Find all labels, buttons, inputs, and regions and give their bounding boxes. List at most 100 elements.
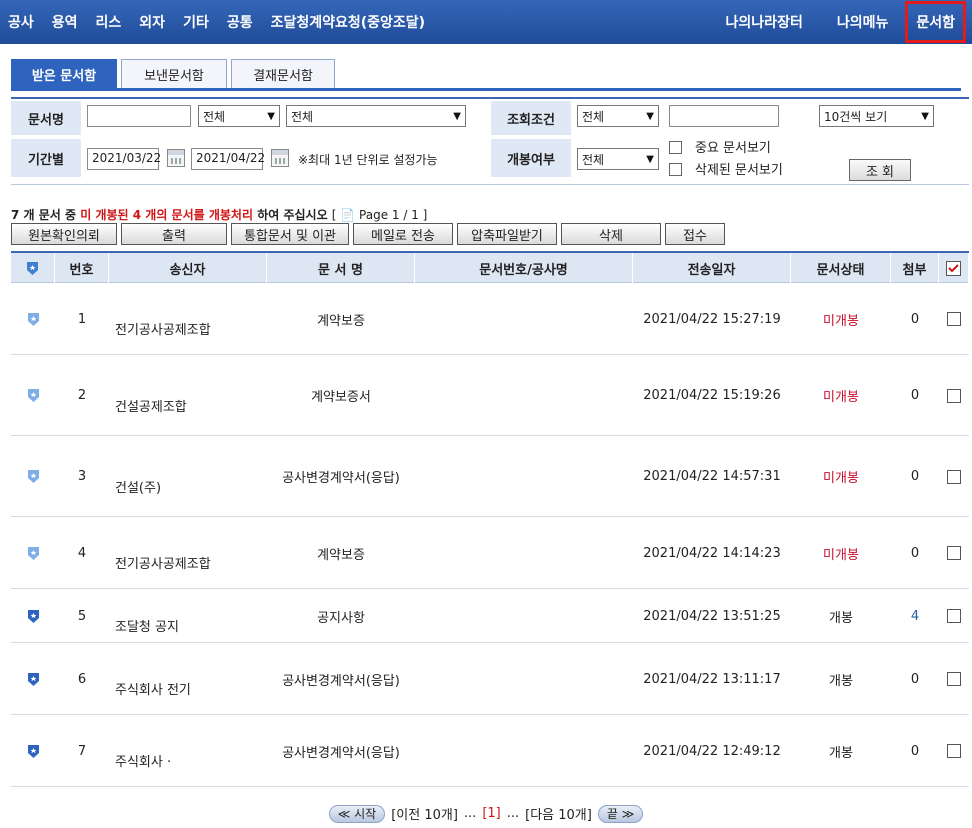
shield-icon[interactable] bbox=[27, 469, 40, 484]
row-checkbox[interactable] bbox=[947, 609, 961, 623]
row-status: 미개봉 bbox=[823, 471, 859, 486]
page-last-button[interactable]: 끝 ≫ bbox=[597, 804, 644, 823]
row-sender[interactable]: 전기공사공제조합 bbox=[115, 319, 211, 338]
nav-common[interactable]: 공통 bbox=[218, 12, 262, 32]
row-checkbox-cell bbox=[939, 283, 969, 355]
nav-etc[interactable]: 기타 bbox=[174, 12, 218, 32]
deleted-doc-checkbox[interactable] bbox=[669, 163, 682, 176]
tab-underline bbox=[11, 88, 961, 91]
important-toggle[interactable] bbox=[11, 589, 55, 643]
shield-icon[interactable] bbox=[27, 672, 40, 687]
table-row[interactable]: 7 주식회사 · 공사변경계약서(응답) 2021/04/22 12:49:12 개봉 0 bbox=[11, 715, 969, 787]
page-next-10[interactable]: [다음 10개] bbox=[525, 804, 592, 823]
important-doc-label: 중요 문서보기 bbox=[695, 141, 771, 156]
row-checkbox[interactable] bbox=[947, 388, 961, 403]
shield-icon[interactable] bbox=[27, 609, 40, 624]
doc-name-label: 문서명 bbox=[11, 101, 81, 135]
row-sender[interactable]: 건설공제조합 bbox=[115, 396, 187, 415]
shield-icon[interactable] bbox=[27, 744, 40, 759]
row-doc-name[interactable]: 공사변경계약서(응답) bbox=[267, 715, 415, 787]
doc-type-select[interactable]: 전체 ▼ bbox=[198, 105, 280, 127]
document-tabs: 받은 문서함 보낸문서함 결재문서함 bbox=[11, 59, 335, 88]
select-all-checkbox[interactable] bbox=[946, 260, 961, 276]
row-checkbox[interactable] bbox=[947, 312, 961, 326]
row-doc-name[interactable]: 계약보증 bbox=[267, 517, 415, 589]
date-to-input[interactable]: 2021/04/22 bbox=[191, 148, 265, 170]
row-sent-date: 2021/04/22 15:19:26 bbox=[643, 388, 781, 403]
nav-document-box[interactable]: 문서함 bbox=[905, 1, 966, 43]
nav-lease[interactable]: 리스 bbox=[87, 12, 131, 32]
row-doc-name[interactable]: 계약보증 bbox=[267, 283, 415, 355]
important-toggle[interactable] bbox=[11, 436, 55, 517]
search-panel: 문서명 전체 ▼ 전체 ▼ 조회조건 전체 ▼ 10건씩 보기 ▼ 기간별 2021/0… bbox=[11, 97, 969, 185]
row-doc-name[interactable]: 계약보증서 bbox=[267, 355, 415, 436]
row-checkbox[interactable] bbox=[947, 546, 961, 560]
row-sender[interactable]: 주식회사 전기 bbox=[115, 679, 191, 698]
row-status: 미개봉 bbox=[823, 547, 859, 563]
page-first-button[interactable]: ≪ 시작 bbox=[328, 804, 386, 823]
tab-sent[interactable]: 보낸문서함 bbox=[121, 59, 227, 88]
row-sender[interactable]: 주식회사 · bbox=[115, 751, 171, 770]
delete-button[interactable]: 삭제 bbox=[561, 223, 661, 245]
page-size-select[interactable]: 10건씩 보기 ▼ bbox=[819, 105, 934, 127]
calendar-icon[interactable] bbox=[271, 149, 289, 167]
row-checkbox[interactable] bbox=[947, 469, 961, 484]
row-number: 4 bbox=[77, 545, 87, 561]
nav-my-naramarket[interactable]: 나의나라장터 bbox=[709, 12, 820, 32]
table-row[interactable]: 6 주식회사 전기 공사변경계약서(응답) 2021/04/22 13:11:17 개봉… bbox=[11, 643, 969, 715]
mail-send-button[interactable]: 메일로 전송 bbox=[353, 223, 453, 245]
important-toggle[interactable] bbox=[11, 517, 55, 589]
pagination: ≪ 시작 [이전 10개] ... [1] ... [다음 10개] 끝 ≫ bbox=[0, 804, 972, 823]
search-button[interactable]: 조 회 bbox=[849, 159, 911, 181]
receive-button[interactable]: 접수 bbox=[665, 223, 725, 245]
important-toggle[interactable] bbox=[11, 355, 55, 436]
doc-name-input[interactable] bbox=[87, 105, 191, 127]
row-attachment-count: 0 bbox=[910, 671, 920, 687]
page-prev-10[interactable]: [이전 10개] bbox=[391, 804, 458, 823]
page-current[interactable]: [1] bbox=[482, 806, 500, 821]
row-status: 개봉 bbox=[829, 673, 853, 689]
header-select-all bbox=[939, 253, 969, 283]
query-input[interactable] bbox=[669, 105, 779, 127]
row-checkbox-cell bbox=[939, 436, 969, 517]
important-toggle[interactable] bbox=[11, 643, 55, 715]
table-row[interactable]: 4 전기공사공제조합 계약보증 2021/04/22 14:14:23 미개봉 0 bbox=[11, 517, 969, 589]
row-attachment-count: 0 bbox=[910, 743, 920, 759]
row-checkbox[interactable] bbox=[947, 744, 961, 758]
tab-received[interactable]: 받은 문서함 bbox=[11, 59, 117, 88]
row-doc-name[interactable]: 공사변경계약서(응답) bbox=[267, 643, 415, 715]
nav-my-menu[interactable]: 나의메뉴 bbox=[820, 12, 906, 32]
row-checkbox[interactable] bbox=[947, 672, 961, 686]
open-status-select[interactable]: 전체 ▼ bbox=[577, 148, 659, 170]
verify-original-button[interactable]: 원본확인의뢰 bbox=[11, 223, 117, 245]
important-toggle[interactable] bbox=[11, 715, 55, 787]
doc-category-select[interactable]: 전체 ▼ bbox=[286, 105, 466, 127]
table-row[interactable]: 2 건설공제조합 계약보증서 2021/04/22 15:19:26 미개봉 0 bbox=[11, 355, 969, 436]
calendar-icon[interactable] bbox=[167, 149, 185, 167]
shield-icon[interactable] bbox=[27, 546, 40, 561]
nav-construction[interactable]: 공사 bbox=[0, 12, 43, 32]
row-doc-name[interactable]: 공지사항 bbox=[267, 589, 415, 643]
table-row[interactable]: 3 건설(주) 공사변경계약서(응답) 2021/04/22 14:57:31 미개봉 0 bbox=[11, 436, 969, 517]
nav-foreign[interactable]: 외자 bbox=[130, 12, 174, 32]
date-from-input[interactable]: 2021/03/22 bbox=[87, 148, 161, 170]
row-sender[interactable]: 전기공사공제조합 bbox=[115, 553, 211, 572]
merge-transfer-button[interactable]: 통합문서 및 이관 bbox=[231, 223, 349, 245]
important-toggle[interactable] bbox=[11, 283, 55, 355]
row-sender[interactable]: 조달청 공지 bbox=[115, 616, 179, 635]
row-attachment-count[interactable]: 4 bbox=[891, 589, 939, 643]
row-number: 2 bbox=[77, 388, 87, 403]
shield-icon[interactable] bbox=[27, 312, 40, 327]
query-condition-select[interactable]: 전체 ▼ bbox=[577, 105, 659, 127]
shield-icon[interactable] bbox=[27, 388, 40, 403]
table-row[interactable]: 1 전기공사공제조합 계약보증 2021/04/22 15:27:19 미개봉 0 bbox=[11, 283, 969, 355]
tab-approval[interactable]: 결재문서함 bbox=[231, 59, 335, 88]
row-doc-name[interactable]: 공사변경계약서(응답) bbox=[267, 436, 415, 517]
zip-download-button[interactable]: 압축파일받기 bbox=[457, 223, 557, 245]
nav-service[interactable]: 용역 bbox=[43, 12, 87, 32]
nav-procurement-request[interactable]: 조달청계약요청(중앙조달) bbox=[262, 12, 434, 32]
print-button[interactable]: 출력 bbox=[121, 223, 227, 245]
important-doc-checkbox[interactable] bbox=[669, 141, 682, 154]
row-sender[interactable]: 건설(주) bbox=[115, 477, 161, 496]
table-row[interactable]: 5 조달청 공지 공지사항 2021/04/22 13:51:25 개봉 4 bbox=[11, 589, 969, 643]
